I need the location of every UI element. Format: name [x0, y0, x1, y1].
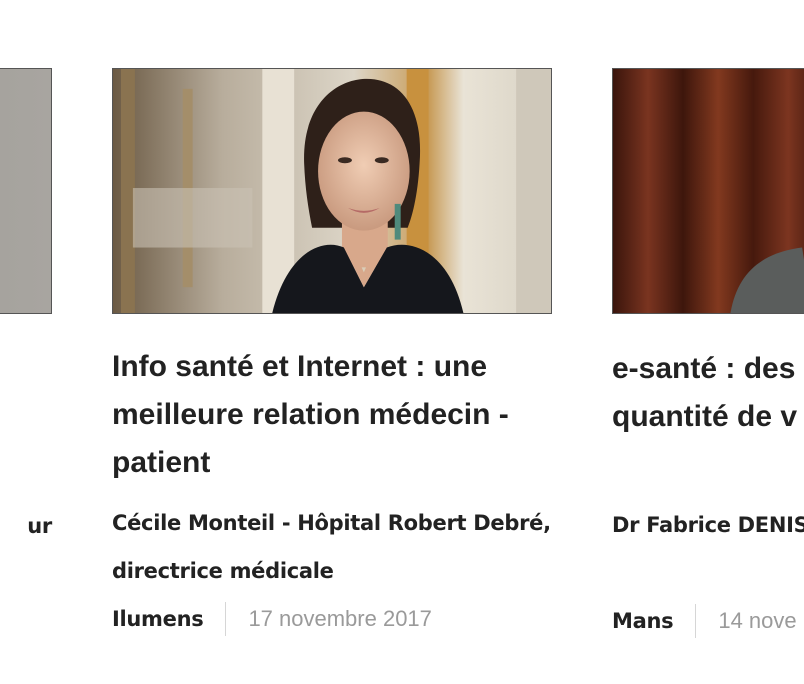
- video-thumbnail-image: [0, 69, 51, 313]
- video-thumbnail[interactable]: [112, 68, 552, 314]
- video-thumbnail-image: [113, 69, 551, 313]
- card-meta: Ilumens 17 novembre 2017: [112, 601, 432, 637]
- card-date: 17 novembre 2017: [248, 606, 432, 631]
- meta-divider: [695, 604, 697, 638]
- card-meta: Mans 14 nove: [612, 603, 797, 639]
- video-carousel: ur Info santé et Internet: une meilleur…: [0, 0, 804, 684]
- video-thumbnail-image: [613, 69, 804, 313]
- meta-divider: [225, 602, 227, 636]
- card-author: ur: [27, 514, 52, 538]
- card-date: 14 nove: [718, 608, 797, 633]
- video-thumbnail-next[interactable]: [612, 68, 804, 314]
- card-title[interactable]: Info santé et Internet : une meilleure r…: [112, 343, 552, 487]
- card-organization[interactable]: Ilumens: [112, 607, 204, 631]
- card-organization[interactable]: Mans: [612, 609, 674, 633]
- video-thumbnail-previous[interactable]: [0, 68, 52, 314]
- card-author: Cécile Monteil - Hôpital Robert Debré, d…: [112, 511, 551, 583]
- card-title[interactable]: e-santé : des améliorer la q quantité de…: [612, 345, 804, 441]
- card-author: Dr Fabrice DENIS de cancérologie: [612, 513, 804, 537]
